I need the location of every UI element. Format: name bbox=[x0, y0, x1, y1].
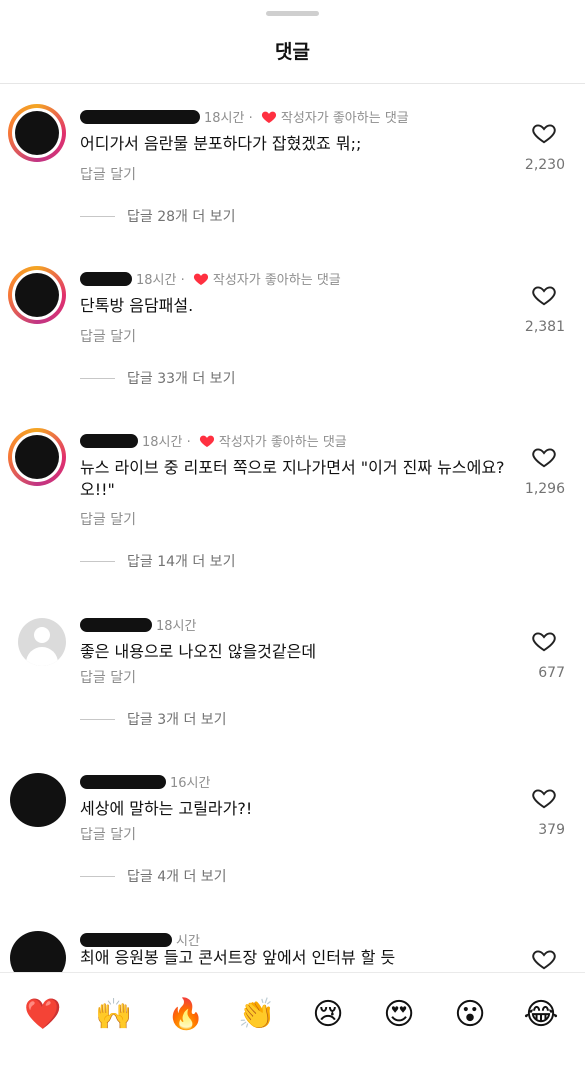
like-count: 1,296 bbox=[524, 481, 565, 497]
redacted-username bbox=[80, 434, 138, 448]
comment-meta: 18시간 · 작성자가 좋아하는 댓글 bbox=[80, 269, 341, 288]
drag-handle[interactable] bbox=[266, 11, 319, 16]
reply-button[interactable]: 답글 달기 bbox=[80, 164, 136, 184]
reply-button[interactable]: 답글 달기 bbox=[80, 824, 136, 844]
comment-time: 18시간 bbox=[142, 435, 183, 450]
heart-eyes-emoji-icon[interactable]: 😍 bbox=[379, 995, 419, 1035]
comment-item: 16시간 세상에 말하는 고릴라가?! 답글 달기 답글 4개 더 보기 379 bbox=[0, 767, 585, 917]
comment-item: 18시간 · 작성자가 좋아하는 댓글 단톡방 음담패설. 답글 달기 답글 3… bbox=[0, 264, 585, 414]
comment-text: 세상에 말하는 고릴라가?! bbox=[80, 799, 253, 818]
redacted-username bbox=[80, 110, 200, 124]
more-replies-label: 답글 3개 더 보기 bbox=[127, 712, 227, 728]
like-count: 2,230 bbox=[524, 157, 565, 173]
comment-time: 18시간 bbox=[204, 111, 245, 126]
like-count: 379 bbox=[538, 822, 565, 838]
comment-meta: 18시간 · 작성자가 좋아하는 댓글 bbox=[80, 107, 409, 126]
creator-liked-label: 작성자가 좋아하는 댓글 bbox=[280, 111, 409, 126]
view-more-replies[interactable]: 답글 28개 더 보기 bbox=[80, 206, 235, 226]
more-replies-label: 답글 4개 더 보기 bbox=[127, 869, 227, 885]
avatar[interactable] bbox=[8, 428, 66, 486]
divider-line bbox=[80, 876, 115, 877]
heart-outline-icon[interactable] bbox=[531, 946, 557, 972]
heart-filled-icon bbox=[199, 435, 214, 447]
redacted-username bbox=[80, 618, 152, 632]
comment-time: 16시간 bbox=[170, 776, 211, 791]
more-replies-label: 답글 33개 더 보기 bbox=[127, 371, 236, 387]
comment-meta: 16시간 bbox=[80, 772, 210, 791]
more-replies-label: 답글 28개 더 보기 bbox=[127, 209, 236, 225]
heart-filled-icon bbox=[261, 111, 276, 123]
heart-emoji-icon[interactable]: ❤️ bbox=[23, 995, 63, 1035]
heart-outline-icon[interactable] bbox=[531, 444, 557, 470]
comment-item: 18시간 좋은 내용으로 나오진 않을것같은데 답글 달기 답글 3개 더 보기… bbox=[0, 610, 585, 760]
reply-button[interactable]: 답글 달기 bbox=[80, 509, 136, 529]
reply-button[interactable]: 답글 달기 bbox=[80, 667, 136, 687]
like-count: 677 bbox=[538, 665, 565, 681]
like-count: 2,381 bbox=[524, 319, 565, 335]
comment-text: 어디가서 음란물 분포하다가 잡혔겠죠 뭐;; bbox=[80, 134, 362, 153]
crying-face-emoji-icon[interactable]: 😢 bbox=[308, 995, 348, 1035]
page-title: 댓글 bbox=[275, 41, 310, 63]
creator-liked-label: 작성자가 좋아하는 댓글 bbox=[212, 273, 341, 288]
comment-text: 단톡방 음담패설. bbox=[80, 296, 194, 315]
divider-line bbox=[80, 561, 115, 562]
comment-meta: 18시간 · 작성자가 좋아하는 댓글 bbox=[80, 431, 347, 450]
tears-of-joy-emoji-icon[interactable]: 😂 bbox=[521, 995, 561, 1035]
comment-item: 18시간 · 작성자가 좋아하는 댓글 어디가서 음란물 분포하다가 잡혔겠죠 … bbox=[0, 102, 585, 252]
raised-hands-emoji-icon[interactable]: 🙌 bbox=[94, 995, 134, 1035]
view-more-replies[interactable]: 답글 14개 더 보기 bbox=[80, 551, 235, 571]
reply-button[interactable]: 답글 달기 bbox=[80, 326, 136, 346]
divider-line bbox=[80, 378, 115, 379]
divider-line bbox=[80, 719, 115, 720]
surprised-face-emoji-icon[interactable]: 😮 bbox=[450, 995, 490, 1035]
avatar[interactable] bbox=[18, 618, 66, 666]
comment-time: 18시간 bbox=[136, 273, 177, 288]
fire-emoji-icon[interactable]: 🔥 bbox=[166, 995, 206, 1035]
heart-outline-icon[interactable] bbox=[531, 628, 557, 654]
avatar[interactable] bbox=[8, 266, 66, 324]
redacted-username bbox=[80, 775, 166, 789]
comment-text: 뉴스 라이브 중 리포터 쪽으로 지나가면서 "이거 진짜 뉴스에요? 오!!" bbox=[80, 458, 505, 499]
redacted-username bbox=[80, 933, 172, 947]
comment-time: 18시간 bbox=[156, 619, 197, 634]
divider-line bbox=[80, 216, 115, 217]
heart-outline-icon[interactable] bbox=[531, 120, 557, 146]
creator-liked-label: 작성자가 좋아하는 댓글 bbox=[218, 435, 347, 450]
redacted-username bbox=[80, 272, 132, 286]
view-more-replies[interactable]: 답글 3개 더 보기 bbox=[80, 709, 227, 729]
header-divider bbox=[0, 83, 585, 84]
view-more-replies[interactable]: 답글 4개 더 보기 bbox=[80, 866, 227, 886]
avatar[interactable] bbox=[10, 773, 66, 827]
heart-outline-icon[interactable] bbox=[531, 785, 557, 811]
comment-text: 좋은 내용으로 나오진 않을것같은데 bbox=[80, 642, 317, 661]
heart-filled-icon bbox=[193, 273, 208, 285]
view-more-replies[interactable]: 답글 33개 더 보기 bbox=[80, 368, 235, 388]
clapping-hands-emoji-icon[interactable]: 👏 bbox=[237, 995, 277, 1035]
comment-text: 최애 응원봉 들고 콘서트장 앞에서 인터뷰 할 듯 bbox=[80, 948, 396, 967]
more-replies-label: 답글 14개 더 보기 bbox=[127, 554, 236, 570]
comment-meta: 18시간 bbox=[80, 615, 196, 634]
heart-outline-icon[interactable] bbox=[531, 282, 557, 308]
avatar[interactable] bbox=[8, 104, 66, 162]
quick-reaction-bar: ❤️ 🙌 🔥 👏 😢 😍 😮 😂 bbox=[0, 972, 585, 1055]
comment-item: 18시간 · 작성자가 좋아하는 댓글 뉴스 라이브 중 리포터 쪽으로 지나가… bbox=[0, 426, 585, 576]
